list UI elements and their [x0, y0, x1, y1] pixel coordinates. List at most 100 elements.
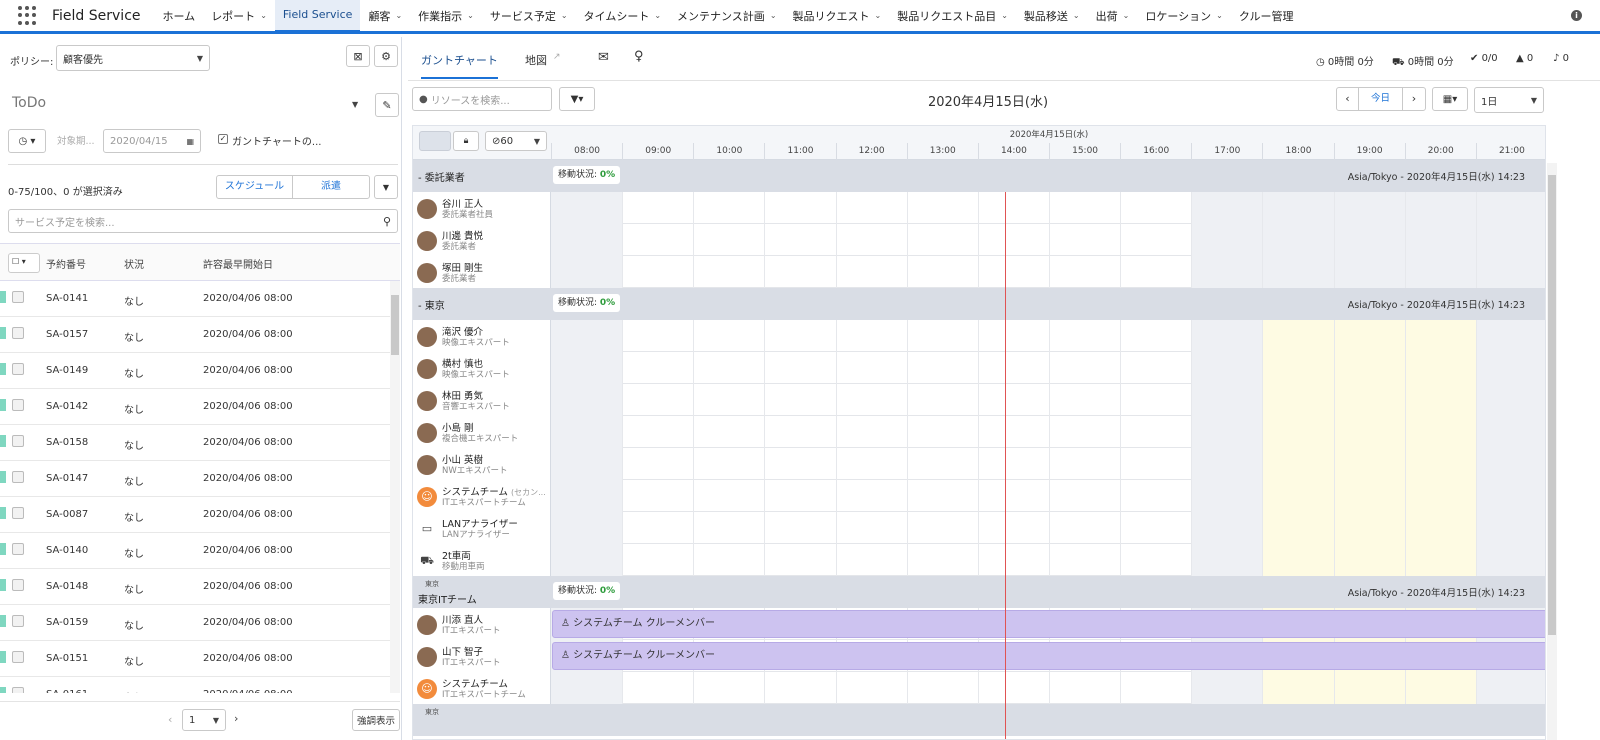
group-title[interactable]: - 委託業者 [418, 169, 465, 184]
list-dropdown-icon[interactable]: ▼ [352, 100, 358, 109]
appointment-id[interactable]: SA-0142 [46, 401, 88, 412]
nav-item-7[interactable]: メンテナンス計画 ⌄ [669, 0, 784, 33]
resource-timeline[interactable] [551, 544, 1545, 576]
highlight-button[interactable]: 強調表示 [352, 709, 400, 731]
crew-assignment-event[interactable]: ♙ システムチーム クルーメンバー [552, 610, 1545, 638]
gear-icon[interactable]: ⚙ [374, 45, 398, 67]
resource-name-cell[interactable]: ☺ システムチーム ITエキスパートチーム [413, 672, 551, 704]
lock-icon[interactable]: 🔒︎ [453, 131, 479, 151]
period-date-input[interactable]: 2020/04/15 ▦ [103, 129, 201, 153]
table-row[interactable]: SA-0157 なし 2020/04/06 08:00 [0, 317, 390, 353]
scrollbar-thumb[interactable] [1548, 175, 1556, 635]
nav-item-2[interactable]: Field Service [274, 0, 361, 33]
resource-timeline[interactable]: ♙ システムチーム クルーメンバー [551, 640, 1545, 672]
gantt-scrollbar[interactable] [1547, 163, 1557, 740]
table-row[interactable]: SA-0141 なし 2020/04/06 08:00 [0, 281, 390, 317]
filter-off-icon[interactable]: ⊠ [346, 45, 370, 67]
clock-filter-button[interactable]: ◷ ▾ [8, 129, 46, 153]
row-checkbox[interactable] [12, 399, 24, 411]
row-checkbox[interactable] [12, 291, 24, 303]
row-checkbox[interactable] [12, 471, 24, 483]
nav-item-6[interactable]: タイムシート ⌄ [576, 0, 669, 33]
nav-item-13[interactable]: クルー管理 [1231, 0, 1302, 33]
resource-timeline[interactable] [551, 448, 1545, 480]
resource-name-cell[interactable]: 小山 英樹 NWエキスパート [413, 448, 551, 480]
nav-item-8[interactable]: 製品リクエスト ⌄ [785, 0, 890, 33]
prev-page-icon[interactable]: ‹ [168, 713, 172, 726]
resource-name-cell[interactable]: ▭ LANアナライザー LANアナライザー [413, 512, 551, 544]
toggle-button[interactable] [419, 131, 451, 151]
appointment-id[interactable]: SA-0147 [46, 473, 88, 484]
column-header-id[interactable]: 予約番号 [46, 256, 86, 271]
nav-item-10[interactable]: 製品移送 ⌄ [1016, 0, 1088, 33]
resource-timeline[interactable] [551, 352, 1545, 384]
row-checkbox[interactable] [12, 615, 24, 627]
chevron-down-icon[interactable]: ⌄ [260, 11, 267, 20]
today-button[interactable]: 今日 [1359, 88, 1403, 110]
policy-select[interactable]: 顧客優先 ▼ [56, 45, 210, 71]
calendar-icon[interactable]: ▦▾ [1432, 87, 1468, 111]
table-row[interactable]: SA-0161 なし 2020/04/06 08:00 [0, 677, 390, 693]
list-scrollbar[interactable] [390, 281, 400, 693]
nav-item-1[interactable]: レポート ⌄ [203, 0, 275, 33]
resource-timeline[interactable] [551, 224, 1545, 256]
page-select[interactable]: 1 ▼ [182, 709, 226, 731]
range-select[interactable]: 1日 ▼ [1474, 87, 1544, 113]
appointment-id[interactable]: SA-0151 [46, 653, 88, 664]
resource-search-input[interactable]: ● リソースを検索... [412, 87, 552, 111]
chevron-down-icon[interactable]: ⌄ [875, 11, 882, 20]
resource-name-cell[interactable]: ⛟ 2t車両 移動用車両 [413, 544, 551, 576]
nav-item-11[interactable]: 出荷 ⌄ [1088, 0, 1138, 33]
table-row[interactable]: SA-0158 なし 2020/04/06 08:00 [0, 425, 390, 461]
row-checkbox[interactable] [12, 651, 24, 663]
gantt-filter-checkbox[interactable]: ✓ [218, 134, 228, 144]
chevron-down-icon[interactable]: ⌄ [1001, 11, 1008, 20]
resource-name-cell[interactable]: 小島 剛複合機エキスパート [413, 416, 551, 448]
table-row[interactable]: SA-0148 なし 2020/04/06 08:00 [0, 569, 390, 605]
column-header-status[interactable]: 状況 [124, 256, 144, 271]
resource-group-header[interactable]: - 東京 移動状況: 0% Asia/Tokyo - 2020年4月15日(水) 1… [413, 288, 1545, 320]
row-checkbox[interactable] [12, 579, 24, 591]
resource-timeline[interactable] [551, 480, 1545, 512]
resource-timeline[interactable] [551, 256, 1545, 288]
nav-item-12[interactable]: ロケーション ⌄ [1137, 0, 1230, 33]
row-checkbox[interactable] [12, 507, 24, 519]
resource-timeline[interactable] [551, 384, 1545, 416]
row-checkbox[interactable] [12, 543, 24, 555]
row-checkbox[interactable] [12, 363, 24, 375]
external-link-icon[interactable]: ↗ [553, 52, 561, 62]
appointment-search-input[interactable]: サービス予定を検索... ⚲ [8, 209, 398, 233]
chevron-down-icon[interactable]: ⌄ [1073, 11, 1080, 20]
appointment-id[interactable]: SA-0140 [46, 545, 88, 556]
tab-gantt[interactable]: ガントチャート [421, 52, 498, 79]
lightbulb-icon[interactable]: ♀ [634, 49, 644, 64]
prev-day-icon[interactable]: ‹ [1337, 88, 1359, 110]
chevron-down-icon[interactable]: ⌄ [1123, 11, 1130, 20]
resource-group-header[interactable]: 東京 東京ITチーム 移動状況: 0% Asia/Tokyo - 2020年4月15日… [413, 576, 1545, 608]
mail-icon[interactable]: ✉ [598, 50, 609, 65]
resource-name-cell[interactable]: 川邊 貴悦 委託業者 [413, 224, 551, 256]
resource-group-header[interactable]: - 委託業者 移動状況: 0% Asia/Tokyo - 2020年4月15日(水)… [413, 160, 1545, 192]
resource-name-cell[interactable]: 滝沢 優介 映像エキスパート [413, 320, 551, 352]
resource-timeline[interactable] [551, 320, 1545, 352]
table-row[interactable]: SA-0147 なし 2020/04/06 08:00 [0, 461, 390, 497]
resource-name-cell[interactable]: 山下 智子 ITエキスパート [413, 640, 551, 672]
appointment-id[interactable]: SA-0141 [46, 293, 88, 304]
appointment-id[interactable]: SA-0159 [46, 617, 88, 628]
select-all-checkbox[interactable]: ☐ ▾ [8, 253, 40, 273]
resource-name-cell[interactable]: 塚田 剛生 委託業者 [413, 256, 551, 288]
resource-timeline[interactable] [551, 192, 1545, 224]
nav-item-9[interactable]: 製品リクエスト品目 ⌄ [889, 0, 1016, 33]
tab-map[interactable]: 地図 [525, 52, 547, 68]
table-row[interactable]: SA-0142 なし 2020/04/06 08:00 [0, 389, 390, 425]
crew-assignment-event[interactable]: ♙ システムチーム クルーメンバー [552, 642, 1545, 670]
resource-timeline[interactable] [551, 416, 1545, 448]
table-row[interactable]: SA-0151 なし 2020/04/06 08:00 [0, 641, 390, 677]
appointment-id[interactable]: SA-0149 [46, 365, 88, 376]
nav-item-3[interactable]: 顧客 ⌄ [360, 0, 410, 33]
table-row[interactable]: SA-0159 なし 2020/04/06 08:00 [0, 605, 390, 641]
chevron-down-icon[interactable]: ⌄ [467, 11, 474, 20]
table-row[interactable]: SA-0087 なし 2020/04/06 08:00 [0, 497, 390, 533]
info-icon[interactable]: i [1571, 10, 1582, 21]
resource-name-cell[interactable]: ☺ システムチーム (セカン... ITエキスパートチーム [413, 480, 551, 512]
